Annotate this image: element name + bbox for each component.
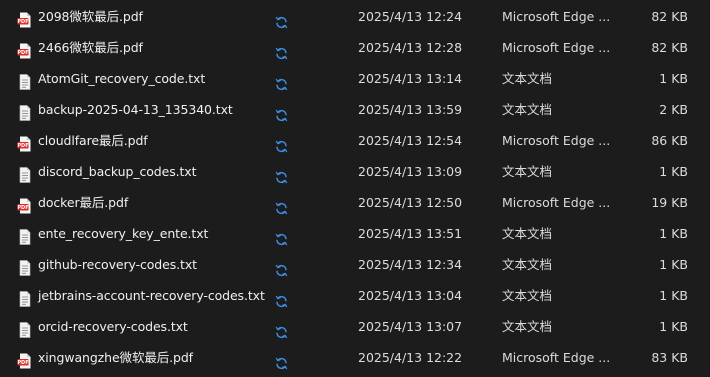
sync-icon bbox=[275, 351, 288, 370]
file-row[interactable]: discord_backup_codes.txt 2025/4/13 13:09… bbox=[0, 157, 710, 187]
svg-text:PDF: PDF bbox=[17, 205, 28, 211]
pdf-file-icon: PDF bbox=[17, 195, 33, 214]
file-row[interactable]: PDF docker最后.pdf 2025/4/13 12:50 Microso… bbox=[0, 188, 710, 218]
file-size: 19 KB bbox=[651, 195, 688, 210]
file-name: xingwangzhe微软最后.pdf bbox=[38, 350, 193, 365]
date-modified: 2025/4/13 12:28 bbox=[358, 40, 463, 55]
date-modified: 2025/4/13 12:50 bbox=[358, 195, 463, 210]
file-type: 文本文档 bbox=[502, 226, 553, 241]
date-modified: 2025/4/13 12:24 bbox=[358, 9, 463, 24]
pdf-file-icon: PDF bbox=[17, 350, 33, 369]
file-size: 1 KB bbox=[659, 164, 688, 179]
file-row[interactable]: PDF 2098微软最后.pdf 2025/4/13 12:24 Microso… bbox=[0, 2, 710, 32]
sync-icon bbox=[275, 196, 288, 215]
file-type: Microsoft Edge ... bbox=[502, 195, 611, 210]
file-size: 1 KB bbox=[659, 257, 688, 272]
file-size: 2 KB bbox=[659, 102, 688, 117]
date-modified: 2025/4/13 13:14 bbox=[358, 71, 463, 86]
file-row[interactable]: jetbrains-account-recovery-codes.txt 202… bbox=[0, 281, 710, 311]
text-file-icon bbox=[17, 257, 33, 276]
file-type: 文本文档 bbox=[502, 288, 553, 303]
text-file-icon bbox=[17, 164, 33, 183]
file-name: cloudlfare最后.pdf bbox=[38, 133, 148, 148]
file-size: 82 KB bbox=[651, 9, 688, 24]
file-name: orcid-recovery-codes.txt bbox=[38, 319, 188, 334]
file-size: 86 KB bbox=[651, 133, 688, 148]
file-name: 2466微软最后.pdf bbox=[38, 40, 143, 55]
file-name: AtomGit_recovery_code.txt bbox=[38, 71, 206, 86]
file-type: Microsoft Edge ... bbox=[502, 350, 611, 365]
file-type: 文本文档 bbox=[502, 164, 553, 179]
file-row[interactable]: PDF 2466微软最后.pdf 2025/4/13 12:28 Microso… bbox=[0, 33, 710, 63]
text-file-icon bbox=[17, 102, 33, 121]
date-modified: 2025/4/13 13:04 bbox=[358, 288, 463, 303]
pdf-file-icon: PDF bbox=[17, 9, 33, 28]
sync-icon bbox=[275, 165, 288, 184]
file-row[interactable]: PDF xingwangzhe微软最后.pdf 2025/4/13 12:22 … bbox=[0, 343, 710, 373]
date-modified: 2025/4/13 13:51 bbox=[358, 226, 463, 241]
file-size: 1 KB bbox=[659, 71, 688, 86]
file-type: Microsoft Edge ... bbox=[502, 133, 611, 148]
sync-icon bbox=[275, 10, 288, 29]
file-name: 2098微软最后.pdf bbox=[38, 9, 143, 24]
file-size: 1 KB bbox=[659, 288, 688, 303]
text-file-icon bbox=[17, 226, 33, 245]
file-row[interactable]: orcid-recovery-codes.txt 2025/4/13 13:07… bbox=[0, 312, 710, 342]
sync-icon bbox=[275, 41, 288, 60]
svg-text:PDF: PDF bbox=[17, 143, 28, 149]
svg-text:PDF: PDF bbox=[17, 19, 28, 25]
file-type: 文本文档 bbox=[502, 257, 553, 272]
file-size: 83 KB bbox=[651, 350, 688, 365]
file-name: backup-2025-04-13_135340.txt bbox=[38, 102, 233, 117]
file-row[interactable]: github-recovery-codes.txt 2025/4/13 12:3… bbox=[0, 250, 710, 280]
file-name: github-recovery-codes.txt bbox=[38, 257, 197, 272]
date-modified: 2025/4/13 12:54 bbox=[358, 133, 463, 148]
file-size: 1 KB bbox=[659, 226, 688, 241]
file-size: 1 KB bbox=[659, 319, 688, 334]
svg-text:PDF: PDF bbox=[17, 360, 28, 366]
sync-icon bbox=[275, 103, 288, 122]
file-type: Microsoft Edge ... bbox=[502, 9, 611, 24]
svg-text:PDF: PDF bbox=[17, 50, 28, 56]
sync-icon bbox=[275, 289, 288, 308]
file-name: ente_recovery_key_ente.txt bbox=[38, 226, 209, 241]
file-type: 文本文档 bbox=[502, 319, 553, 334]
date-modified: 2025/4/13 13:07 bbox=[358, 319, 463, 334]
date-modified: 2025/4/13 12:34 bbox=[358, 257, 463, 272]
pdf-file-icon: PDF bbox=[17, 40, 33, 59]
text-file-icon bbox=[17, 71, 33, 90]
sync-icon bbox=[275, 258, 288, 277]
sync-icon bbox=[275, 134, 288, 153]
text-file-icon bbox=[17, 288, 33, 307]
file-list: PDF 2098微软最后.pdf 2025/4/13 12:24 Microso… bbox=[0, 0, 710, 377]
file-row[interactable]: PDF cloudlfare最后.pdf 2025/4/13 12:54 Mic… bbox=[0, 126, 710, 156]
file-row[interactable]: ente_recovery_key_ente.txt 2025/4/13 13:… bbox=[0, 219, 710, 249]
sync-icon bbox=[275, 72, 288, 91]
date-modified: 2025/4/13 12:22 bbox=[358, 350, 463, 365]
file-name: jetbrains-account-recovery-codes.txt bbox=[38, 288, 265, 303]
date-modified: 2025/4/13 13:59 bbox=[358, 102, 463, 117]
text-file-icon bbox=[17, 319, 33, 338]
file-row[interactable]: AtomGit_recovery_code.txt 2025/4/13 13:1… bbox=[0, 64, 710, 94]
file-size: 82 KB bbox=[651, 40, 688, 55]
file-name: discord_backup_codes.txt bbox=[38, 164, 197, 179]
sync-icon bbox=[275, 227, 288, 246]
file-type: Microsoft Edge ... bbox=[502, 40, 611, 55]
file-name: docker最后.pdf bbox=[38, 195, 129, 210]
file-type: 文本文档 bbox=[502, 102, 553, 117]
file-row[interactable]: backup-2025-04-13_135340.txt 2025/4/13 1… bbox=[0, 95, 710, 125]
sync-icon bbox=[275, 320, 288, 339]
file-type: 文本文档 bbox=[502, 71, 553, 86]
pdf-file-icon: PDF bbox=[17, 133, 33, 152]
date-modified: 2025/4/13 13:09 bbox=[358, 164, 463, 179]
